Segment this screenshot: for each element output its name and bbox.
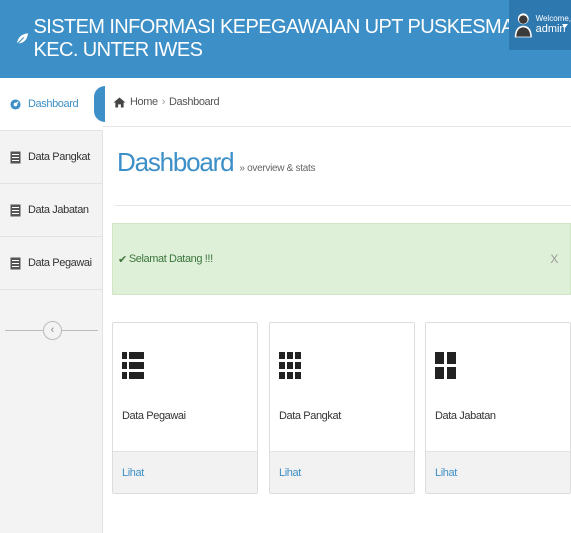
sidebar-item-label: Data Pegawai	[28, 257, 92, 269]
breadcrumb-current: Dashboard	[169, 96, 220, 108]
card-link[interactable]: Lihat	[113, 451, 257, 493]
avatar	[514, 13, 532, 38]
sidebar-item-data-pangkat[interactable]: Data Pangkat	[0, 131, 103, 184]
page-subtitle: » overview & stats	[239, 163, 316, 174]
divider	[5, 330, 43, 331]
sidebar-collapse: ‹	[0, 320, 103, 342]
card-label: Data Pangkat	[279, 410, 341, 422]
close-icon[interactable]: X	[550, 252, 558, 266]
sidebar-item-label: Dashboard	[28, 98, 79, 110]
document-icon	[10, 257, 21, 269]
welcome-alert: ✔ Selamat Datang !!! X	[112, 223, 571, 295]
columns-icon	[435, 352, 456, 379]
collapse-toggle-button[interactable]: ‹	[43, 321, 62, 340]
card-data-pegawai: Data Pegawai Lihat	[112, 322, 258, 494]
divider	[115, 205, 571, 206]
breadcrumb-home-link[interactable]: Home	[130, 96, 158, 108]
document-icon	[10, 151, 21, 163]
page-title: Dashboard » overview & stats	[117, 147, 315, 178]
card-label: Data Pegawai	[122, 410, 186, 422]
card-link[interactable]: Lihat	[426, 451, 570, 493]
document-icon	[10, 204, 21, 216]
grid-icon	[279, 352, 301, 379]
breadcrumb: Home › Dashboard	[103, 78, 571, 127]
alert-message: Selamat Datang !!!	[128, 253, 213, 265]
sidebar-item-data-jabatan[interactable]: Data Jabatan	[0, 184, 103, 237]
leaf-icon	[16, 33, 29, 46]
welcome-label: Welcome,	[535, 14, 571, 23]
sidebar-item-label: Data Jabatan	[28, 204, 89, 216]
page-title-text: Dashboard	[117, 147, 235, 177]
app-brand[interactable]: SISTEM INFORMASI KEPEGAWAIAN UPT PUSKESM…	[15, 16, 571, 61]
user-menu[interactable]: Welcome, admin	[509, 0, 571, 50]
sidebar-item-label: Data Pangkat	[28, 151, 90, 163]
list-icon	[122, 352, 144, 379]
home-icon	[113, 96, 126, 108]
sidebar-item-dashboard[interactable]: Dashboard	[0, 78, 103, 131]
check-icon: ✔	[118, 253, 127, 266]
card-data-pangkat: Data Pangkat Lihat	[269, 322, 415, 494]
caret-down-icon	[562, 24, 568, 28]
card-data-jabatan: Data Jabatan Lihat	[425, 322, 571, 494]
sidebar-item-data-pegawai[interactable]: Data Pegawai	[0, 237, 103, 290]
breadcrumb-separator: ›	[161, 96, 166, 108]
card-label: Data Jabatan	[435, 410, 496, 422]
app-title: SISTEM INFORMASI KEPEGAWAIAN UPT PUSKESM…	[33, 16, 528, 61]
card-link[interactable]: Lihat	[270, 451, 414, 493]
dashboard-icon	[10, 98, 21, 110]
top-header: SISTEM INFORMASI KEPEGAWAIAN UPT PUSKESM…	[0, 0, 571, 78]
sidebar: Dashboard Data Pangkat Data Jabatan Data…	[0, 78, 103, 533]
divider	[62, 330, 98, 331]
